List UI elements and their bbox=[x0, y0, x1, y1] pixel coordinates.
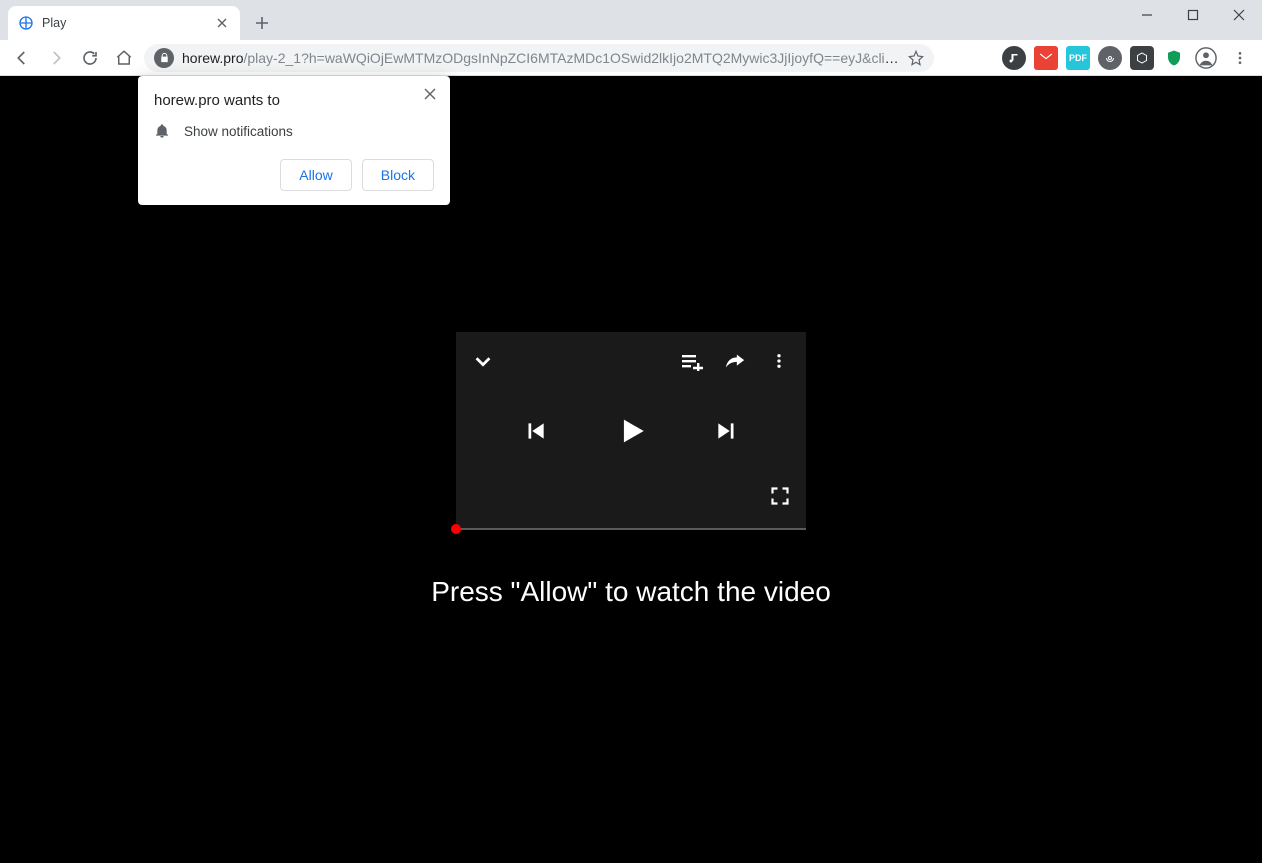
window-close-button[interactable] bbox=[1216, 0, 1262, 30]
play-icon[interactable] bbox=[613, 413, 649, 449]
tab-title: Play bbox=[42, 16, 206, 30]
tab-favicon bbox=[18, 15, 34, 31]
tab-close-button[interactable] bbox=[214, 15, 230, 31]
bell-icon bbox=[154, 123, 170, 139]
video-player[interactable] bbox=[456, 332, 806, 530]
block-button[interactable]: Block bbox=[362, 159, 434, 191]
progress-bar[interactable] bbox=[456, 528, 806, 530]
lock-icon[interactable] bbox=[154, 48, 174, 68]
notification-permission-dialog: horew.pro wants to Show notifications Al… bbox=[138, 76, 450, 205]
skip-previous-icon[interactable] bbox=[517, 413, 553, 449]
window-controls bbox=[1124, 0, 1262, 30]
url-text: horew.pro/play-2_1?h=waWQiOjEwMTMzODgsIn… bbox=[182, 50, 900, 66]
extension-spiral-icon[interactable] bbox=[1098, 46, 1122, 70]
dialog-heading: horew.pro wants to bbox=[154, 92, 434, 109]
toolbar: horew.pro/play-2_1?h=waWQiOjEwMTMzODgsIn… bbox=[0, 40, 1262, 76]
fullscreen-icon[interactable] bbox=[768, 484, 792, 508]
progress-handle[interactable] bbox=[451, 524, 461, 534]
reload-button[interactable] bbox=[76, 44, 104, 72]
skip-next-icon[interactable] bbox=[709, 413, 745, 449]
extension-icons: PDF bbox=[962, 46, 1186, 70]
home-button[interactable] bbox=[110, 44, 138, 72]
back-button[interactable] bbox=[8, 44, 36, 72]
dialog-close-button[interactable] bbox=[420, 84, 440, 104]
window-maximize-button[interactable] bbox=[1170, 0, 1216, 30]
dialog-request-text: Show notifications bbox=[184, 124, 293, 139]
dialog-request-row: Show notifications bbox=[154, 123, 434, 139]
titlebar: Play bbox=[0, 0, 1262, 40]
page-caption: Press "Allow" to watch the video bbox=[0, 576, 1262, 608]
extension-mail-icon[interactable] bbox=[1034, 46, 1058, 70]
extension-shield-icon[interactable] bbox=[1162, 46, 1186, 70]
browser-menu-button[interactable] bbox=[1226, 44, 1254, 72]
allow-button[interactable]: Allow bbox=[280, 159, 351, 191]
new-tab-button[interactable] bbox=[248, 9, 276, 37]
extension-pdf-icon[interactable]: PDF bbox=[1066, 46, 1090, 70]
forward-button[interactable] bbox=[42, 44, 70, 72]
player-controls bbox=[456, 332, 806, 530]
browser-tab[interactable]: Play bbox=[8, 6, 240, 40]
window-minimize-button[interactable] bbox=[1124, 0, 1170, 30]
bookmark-star-icon[interactable] bbox=[908, 50, 924, 66]
profile-button[interactable] bbox=[1192, 44, 1220, 72]
extension-cube-icon[interactable] bbox=[1130, 46, 1154, 70]
extension-music-icon[interactable] bbox=[1002, 46, 1026, 70]
address-bar[interactable]: horew.pro/play-2_1?h=waWQiOjEwMTMzODgsIn… bbox=[144, 44, 934, 72]
